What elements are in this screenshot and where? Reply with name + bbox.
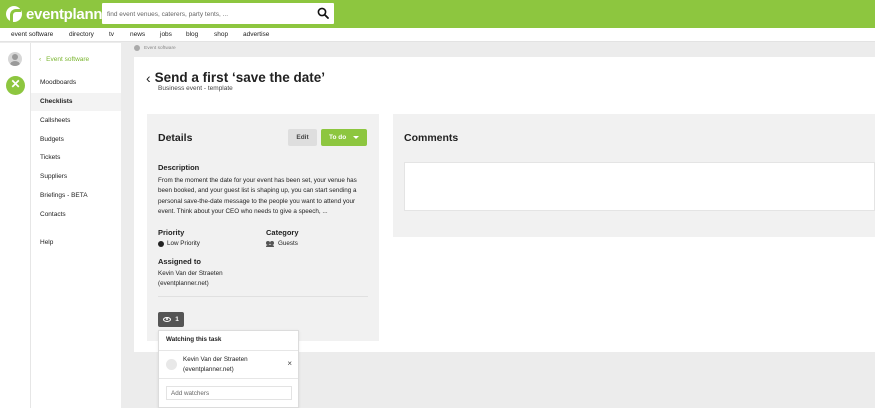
assigned-heading: Assigned to xyxy=(158,257,201,266)
back-chevron-icon[interactable]: ‹ xyxy=(146,71,151,85)
back-to-event-software-link[interactable]: ‹ Event software xyxy=(39,56,89,63)
watcher-avatar xyxy=(166,359,177,370)
description-text: From the moment the date for your event … xyxy=(158,177,357,215)
logo-icon xyxy=(6,6,22,22)
breadcrumb-home-icon[interactable] xyxy=(134,45,140,51)
watcher-name-line: Kevin Van der Straeten xyxy=(183,356,248,363)
watchers-button[interactable]: 1 xyxy=(158,312,184,327)
search-icon[interactable] xyxy=(317,7,329,19)
chevron-left-icon: ‹ xyxy=(39,56,42,63)
remove-watcher-close-icon[interactable]: × xyxy=(287,359,292,368)
sidebar-item-budgets[interactable]: Budgets xyxy=(31,131,121,149)
priority-value: Low Priority xyxy=(158,240,200,247)
category-value: Guests xyxy=(266,240,298,247)
watchers-popup: Watching this task Kevin Van der Straete… xyxy=(158,330,299,408)
caret-down-icon xyxy=(353,136,359,139)
divider xyxy=(158,296,368,297)
users-icon xyxy=(266,240,275,247)
nav-event-software[interactable]: event software xyxy=(11,31,53,38)
back-link-label: Event software xyxy=(46,56,90,63)
description-heading: Description xyxy=(158,163,200,172)
watchers-heading: Watching this task xyxy=(166,336,222,343)
event-software-tool-icon[interactable]: ✕ xyxy=(6,76,25,95)
sidebar-item-contacts[interactable]: Contacts xyxy=(31,206,121,224)
icon-rail: ✕ xyxy=(0,43,31,408)
search-input[interactable] xyxy=(102,4,307,25)
category-heading: Category xyxy=(266,228,299,237)
top-bar: eventplanner xyxy=(0,0,875,28)
priority-dot-icon xyxy=(158,240,164,247)
search-bar xyxy=(102,3,334,25)
watcher-item: Kevin Van der Straeten (eventplanner.net… xyxy=(159,350,298,379)
edit-button[interactable]: Edit xyxy=(288,129,317,146)
nav-tv[interactable]: tv xyxy=(109,31,114,38)
status-label: To do xyxy=(329,134,347,141)
watcher-org-line: (eventplanner.net) xyxy=(183,366,234,373)
sidebar-item-help[interactable]: Help xyxy=(31,234,121,252)
nav-advertise[interactable]: advertise xyxy=(243,31,269,38)
sidebar-item-briefings[interactable]: Briefings - BETA xyxy=(31,187,121,205)
page-header: ‹ Send a first ‘save the date’ xyxy=(146,70,325,85)
user-avatar[interactable] xyxy=(8,52,22,66)
watcher-name: Kevin Van der Straeten (eventplanner.net… xyxy=(183,355,248,375)
eye-icon xyxy=(163,317,172,322)
status-dropdown-button[interactable]: To do xyxy=(321,129,367,146)
details-card: Details Edit To do Description From the … xyxy=(147,114,379,341)
sidebar-item-suppliers[interactable]: Suppliers xyxy=(31,168,121,186)
sidebar-item-tickets[interactable]: Tickets xyxy=(31,149,121,167)
comments-card: Comments xyxy=(393,114,875,237)
assignee-org: (eventplanner.net) xyxy=(158,280,209,287)
nav-jobs[interactable]: jobs xyxy=(160,31,172,38)
nav-shop[interactable]: shop xyxy=(214,31,228,38)
comments-heading: Comments xyxy=(404,132,459,144)
add-watchers-input[interactable] xyxy=(166,386,292,400)
details-heading: Details xyxy=(158,132,193,144)
assignee-name: Kevin Van der Straeten xyxy=(158,270,223,277)
assignee: Kevin Van der Straeten (eventplanner.net… xyxy=(158,269,223,289)
breadcrumb-item[interactable]: Event software xyxy=(144,46,176,51)
sidebar-item-callsheets[interactable]: Callsheets xyxy=(31,112,121,130)
breadcrumb: Event software xyxy=(134,45,176,51)
nav-directory[interactable]: directory xyxy=(69,31,94,38)
priority-heading: Priority xyxy=(158,228,185,237)
priority-label: Low Priority xyxy=(167,240,200,247)
page-subtitle: Business event - template xyxy=(158,85,233,92)
sidebar-item-checklists[interactable]: Checklists xyxy=(31,93,121,111)
page-title: Send a first ‘save the date’ xyxy=(154,70,325,85)
sidebar-item-moodboards[interactable]: Moodboards xyxy=(31,74,121,92)
category-label: Guests xyxy=(278,240,298,247)
eventplanner-logo[interactable]: eventplanner xyxy=(6,4,116,24)
comment-input-box[interactable] xyxy=(404,162,875,211)
nav-news[interactable]: news xyxy=(130,31,145,38)
main-nav: event software directory tv news jobs bl… xyxy=(0,28,875,42)
nav-blog[interactable]: blog xyxy=(186,31,198,38)
watch-count: 1 xyxy=(175,316,179,323)
sidebar: ‹ Event software Moodboards Checklists Ca… xyxy=(31,43,121,408)
